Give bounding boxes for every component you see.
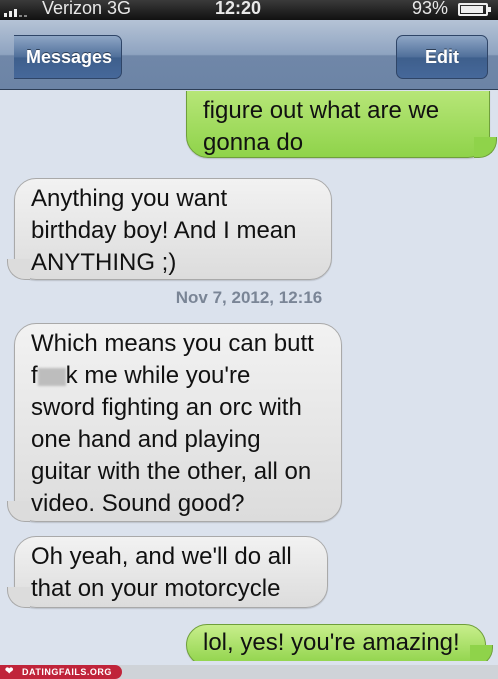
back-button-label: Messages [26, 47, 113, 67]
message-bubble-outgoing: figure out what are we gonna do [186, 91, 497, 158]
message-text: figure out what are we gonna do [203, 97, 440, 156]
message-bubble-incoming: Oh yeah, and we'll do all that on your m… [7, 536, 328, 608]
message-text: Anything you want birthday boy! And I me… [31, 185, 297, 276]
message-text: lol, yes! you're amazing! [203, 629, 460, 656]
status-time: 12:20 [215, 0, 262, 18]
message-timestamp: Nov 7, 2012, 12:16 [175, 288, 323, 307]
navigation-bar: Messages Edit [0, 20, 498, 90]
watermark-bar: ❤ DATINGFAILS.ORG [0, 665, 498, 679]
battery-icon [458, 3, 491, 16]
censored-word-blur [37, 367, 66, 386]
signal-strength-icon [4, 3, 27, 17]
messages-back-button[interactable]: Messages [14, 35, 122, 79]
watermark-logo: ❤ DATINGFAILS.ORG [0, 665, 122, 679]
message-text: Oh yeah, and we'll do all that on your m… [31, 543, 292, 602]
message-text: Which means you can butt fk me while you… [31, 330, 314, 517]
message-thread[interactable]: figure out what are we gonna do Anything… [0, 91, 498, 661]
watermark-text: DATINGFAILS.ORG [22, 667, 112, 677]
message-bubble-outgoing: lol, yes! you're amazing! [186, 624, 493, 661]
carrier-label: Verizon 3G [42, 0, 132, 18]
status-bar: Verizon 3G 12:20 93% [0, 0, 498, 20]
edit-button[interactable]: Edit [396, 35, 488, 79]
message-bubble-incoming: Which means you can butt fk me while you… [7, 323, 342, 522]
battery-percent: 93% [412, 0, 449, 18]
heart-icon: ❤ [5, 666, 14, 677]
message-text-part: k me while you're sword fighting an orc … [31, 362, 312, 517]
message-bubble-incoming: Anything you want birthday boy! And I me… [7, 178, 332, 280]
